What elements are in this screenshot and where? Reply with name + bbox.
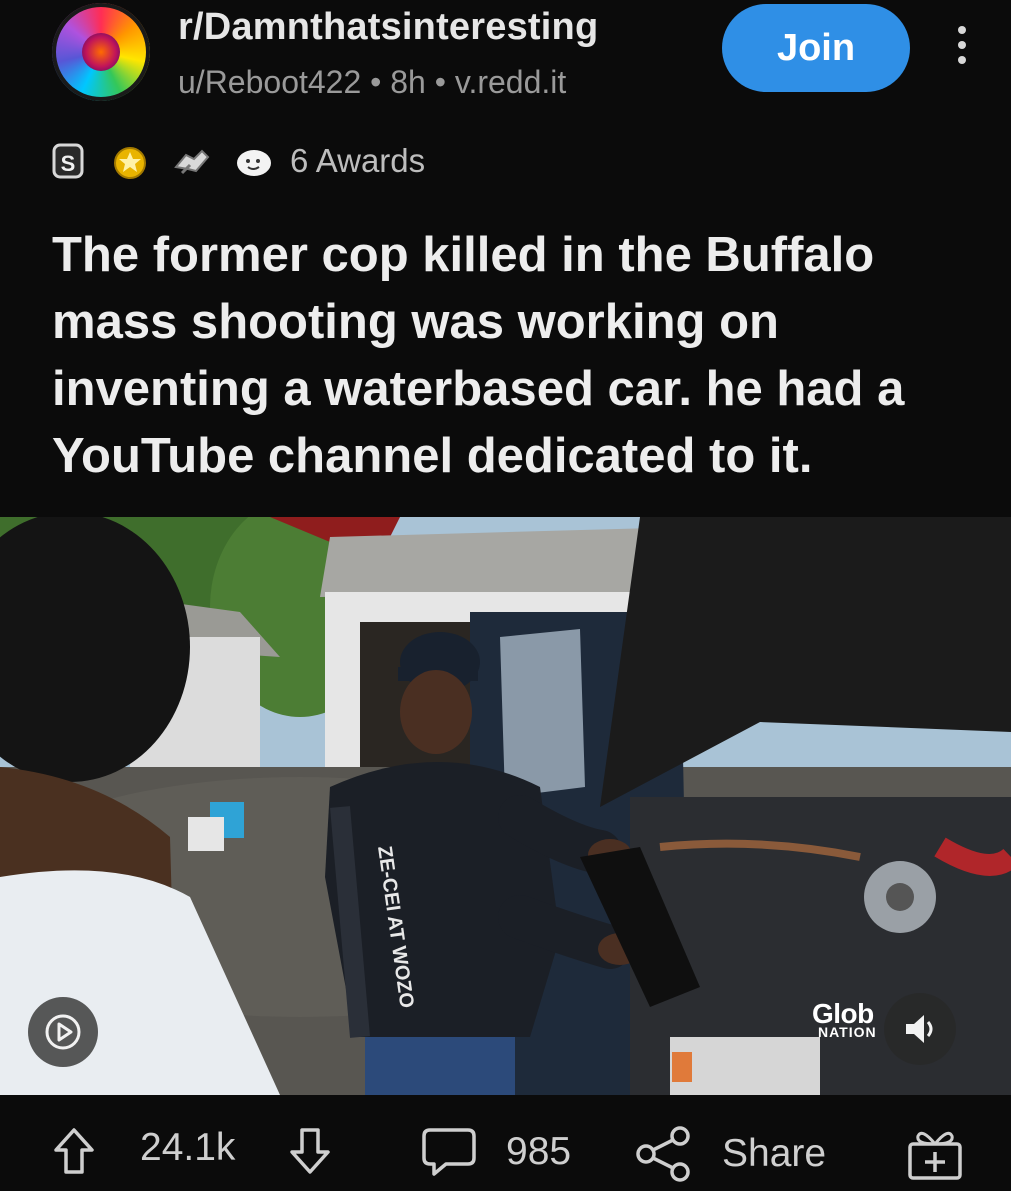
downvote-button[interactable]: [288, 1126, 332, 1176]
comment-count: 985: [506, 1130, 572, 1173]
comments-button[interactable]: 985: [420, 1126, 571, 1178]
upvote-button[interactable]: [52, 1126, 96, 1176]
silver-award-icon: S: [48, 141, 88, 181]
subreddit-avatar[interactable]: [52, 3, 150, 101]
post-title[interactable]: The former cop killed in the Buffalo mas…: [52, 222, 972, 490]
volume-icon[interactable]: [884, 993, 956, 1065]
upvote-icon: [54, 1128, 94, 1174]
join-button[interactable]: Join: [722, 4, 910, 92]
awards-count[interactable]: 6 Awards: [290, 142, 425, 180]
award-button[interactable]: [904, 1126, 966, 1182]
wholesome-award-icon: [234, 141, 274, 181]
awards-row[interactable]: S 6 Awards: [48, 136, 425, 186]
comment-icon: [422, 1128, 476, 1176]
vote-count: 24.1k: [140, 1126, 236, 1169]
handshake-award-icon: [172, 141, 212, 181]
subreddit-name[interactable]: r/Damnthatsinteresting: [178, 6, 598, 49]
share-label: Share: [722, 1132, 827, 1175]
gift-icon: [908, 1131, 962, 1180]
svg-text:S: S: [61, 151, 76, 176]
post-header: r/Damnthatsinteresting u/Reboot422 • 8h …: [0, 0, 1011, 120]
video-player-icon[interactable]: [28, 997, 98, 1067]
post-meta[interactable]: u/Reboot422 • 8h • v.redd.it: [178, 64, 566, 101]
watermark-sub: NATION: [818, 1024, 877, 1040]
downvote-icon: [290, 1128, 330, 1174]
share-icon: [636, 1126, 690, 1182]
post-action-bar: 24.1k 985 Share: [0, 1108, 1011, 1191]
share-button[interactable]: Share: [634, 1126, 826, 1182]
gold-award-icon: [110, 141, 150, 181]
more-options-icon[interactable]: [950, 26, 974, 74]
